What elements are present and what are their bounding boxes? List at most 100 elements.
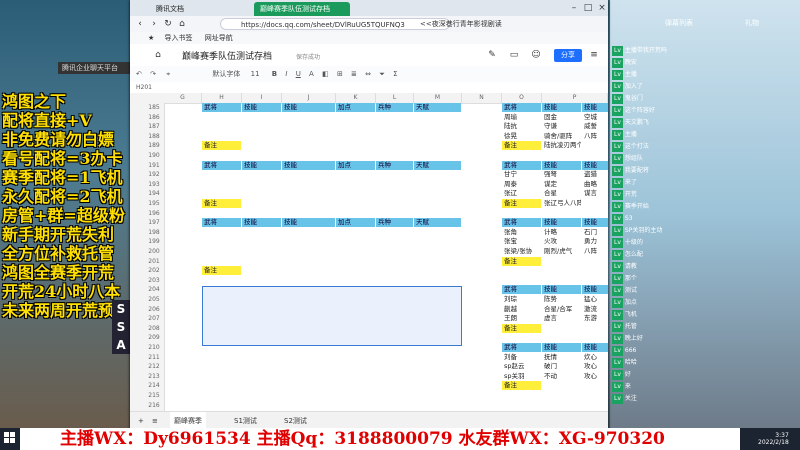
close-icon[interactable]: × <box>596 2 608 14</box>
edit-icon[interactable]: ✎ <box>486 49 498 61</box>
tab-tencent-docs[interactable]: 腾讯文档 <box>150 2 234 16</box>
table-header-cell[interactable]: 武将 <box>502 343 541 352</box>
bookmark-nav[interactable]: 网址导航 <box>205 34 233 42</box>
table-cell[interactable]: 炊心 <box>582 353 608 362</box>
menu-icon[interactable]: ≡ <box>588 49 600 61</box>
table-header-cell[interactable]: 技能 <box>582 343 608 352</box>
table-header-cell[interactable]: 技能 <box>542 285 581 295</box>
italic-icon[interactable]: I <box>285 70 287 78</box>
note-cell[interactable]: 备注 <box>502 323 541 333</box>
sum-icon[interactable]: Σ <box>393 70 397 78</box>
table-cell[interactable] <box>582 199 608 208</box>
table-header-cell[interactable]: 天赋 <box>414 103 461 112</box>
table-cell[interactable]: 猛心 <box>582 295 608 304</box>
table-header-cell[interactable]: 武将 <box>202 160 241 170</box>
note-cell[interactable]: 备注 <box>202 141 241 151</box>
table-cell[interactable]: 合星 <box>542 189 581 198</box>
note-cell[interactable]: 备注 <box>502 381 541 391</box>
border-icon[interactable]: ⊞ <box>337 70 343 78</box>
table-header-cell[interactable]: 技能 <box>542 103 581 112</box>
table-cell[interactable]: 张辽 <box>502 189 541 198</box>
table-cell[interactable]: 火攻 <box>542 237 581 246</box>
table-cell[interactable]: 盗猎 <box>582 170 608 179</box>
table-cell[interactable]: 徐晃 <box>502 132 541 141</box>
chat-panel[interactable]: Lv 主播带我开荒吗 Lv 晚安 Lv 主播 Lv 加入了 Lv 鬼谷门 Lv 这个阵容好 Lv 天文鹏飞… <box>612 16 712 416</box>
table-header-cell[interactable]: 技能 <box>282 160 335 170</box>
table-cell[interactable]: 谋言 <box>582 189 608 198</box>
table-header-cell[interactable]: 技能 <box>542 343 581 352</box>
windows-start-icon[interactable] <box>4 432 16 444</box>
table-cell[interactable]: 刘琮 <box>502 295 541 304</box>
table-header-cell[interactable]: 天赋 <box>414 218 461 228</box>
back-icon[interactable]: ‹ <box>134 18 146 30</box>
table-cell[interactable]: 石门 <box>582 228 608 237</box>
comment-icon[interactable]: ▭ <box>508 49 520 61</box>
table-header-cell[interactable]: 兵种 <box>376 218 413 228</box>
url-field[interactable]: https://docs.qq.com/sheet/DVlRuUG5TQUFNQ… <box>220 18 450 30</box>
note-cell[interactable]: 备注 <box>202 266 241 276</box>
table-cell[interactable]: sp赵云 <box>502 362 541 371</box>
table-cell[interactable]: 八阵 <box>582 132 608 141</box>
table-header-cell[interactable]: 武将 <box>202 218 241 228</box>
fill-color-icon[interactable]: ◧ <box>322 70 329 78</box>
table-cell[interactable]: 合星/合军 <box>542 305 581 314</box>
paint-format-icon[interactable]: ⌖ <box>166 70 170 78</box>
align-icon[interactable]: ≣ <box>351 70 357 78</box>
table-header-cell[interactable]: 兵种 <box>376 103 413 112</box>
table-cell[interactable]: 陈势 <box>542 295 581 304</box>
filter-icon[interactable]: ⏷ <box>379 70 385 78</box>
doc-title[interactable]: 巅峰赛季队伍测试存档 <box>182 49 272 62</box>
bold-icon[interactable]: B <box>272 70 277 78</box>
table-cell[interactable]: 甘宁 <box>502 170 541 179</box>
table-cell[interactable]: 不动 <box>542 372 581 381</box>
table-header-cell[interactable]: 天赋 <box>414 160 461 170</box>
merge-icon[interactable]: ⇔ <box>365 70 371 78</box>
bookmark-star-icon[interactable]: ★ <box>148 34 154 42</box>
table-cell[interactable]: 陆抗 <box>502 122 541 131</box>
share-button[interactable]: 分享 <box>554 49 582 62</box>
table-header-cell[interactable]: 武将 <box>502 160 541 170</box>
table-cell[interactable]: 固金 <box>542 113 581 122</box>
table-cell[interactable]: sp关羽 <box>502 372 541 381</box>
table-cell[interactable] <box>582 257 608 266</box>
table-cell[interactable]: 计略 <box>542 228 581 237</box>
table-cell[interactable]: 周瑜 <box>502 113 541 122</box>
table-header-cell[interactable]: 加点 <box>336 218 375 228</box>
home-icon[interactable]: ⌂ <box>176 18 188 30</box>
table-header-cell[interactable]: 兵种 <box>376 160 413 170</box>
home-icon[interactable]: ⌂ <box>152 49 164 61</box>
table-cell[interactable]: 激流 <box>582 305 608 314</box>
minimize-icon[interactable]: – <box>568 2 580 14</box>
table-header-cell[interactable]: 技能 <box>242 218 281 228</box>
bookmark-import[interactable]: 导入书签 <box>165 34 193 42</box>
note-cell[interactable]: 备注 <box>202 199 241 208</box>
forward-icon[interactable]: › <box>148 18 160 30</box>
table-header-cell[interactable]: 技能 <box>282 218 335 228</box>
table-header-cell[interactable]: 技能 <box>542 160 581 170</box>
table-header-cell[interactable]: 技能 <box>282 103 335 112</box>
table-cell[interactable] <box>582 324 608 333</box>
table-header-cell[interactable]: 技能 <box>582 160 608 170</box>
table-header-cell[interactable]: 技能 <box>542 218 581 228</box>
table-cell[interactable]: 张梁/张协 <box>502 247 541 256</box>
note-cell[interactable]: 备注 <box>502 199 541 208</box>
refresh-icon[interactable]: ↻ <box>162 18 174 30</box>
table-cell[interactable]: 刘备 <box>502 353 541 362</box>
table-header-cell[interactable]: 武将 <box>502 218 541 228</box>
table-cell[interactable] <box>542 257 581 266</box>
table-cell[interactable] <box>542 381 581 390</box>
spreadsheet-grid[interactable]: GHIJKLMNOP 185 186 187 188 189 190 191 192 193 19… <box>130 93 608 411</box>
table-header-cell[interactable]: 技能 <box>582 285 608 295</box>
table-header-cell[interactable]: 武将 <box>202 103 241 112</box>
underline-icon[interactable]: U <box>296 70 301 78</box>
table-cell[interactable]: 攻心 <box>582 362 608 371</box>
table-header-cell[interactable]: 技能 <box>242 103 281 112</box>
user-icon[interactable]: ☺ <box>530 49 542 61</box>
table-cell[interactable]: 抚情 <box>542 353 581 362</box>
table-header-cell[interactable]: 加点 <box>336 103 375 112</box>
note-cell[interactable]: 备注 <box>502 141 541 151</box>
cells-area[interactable]: 武将 技能 技能 加点 兵种 天赋 武将 技能 技能 加点 兵种 天赋 武将 技能 技能 加点 兵种 天赋 备注 备注… <box>130 93 608 411</box>
note-cell[interactable]: 备注 <box>502 256 541 266</box>
font-select[interactable]: 默认字体 <box>212 70 240 78</box>
table-cell[interactable]: 陆抗凌刃两个智力 <box>542 141 581 150</box>
